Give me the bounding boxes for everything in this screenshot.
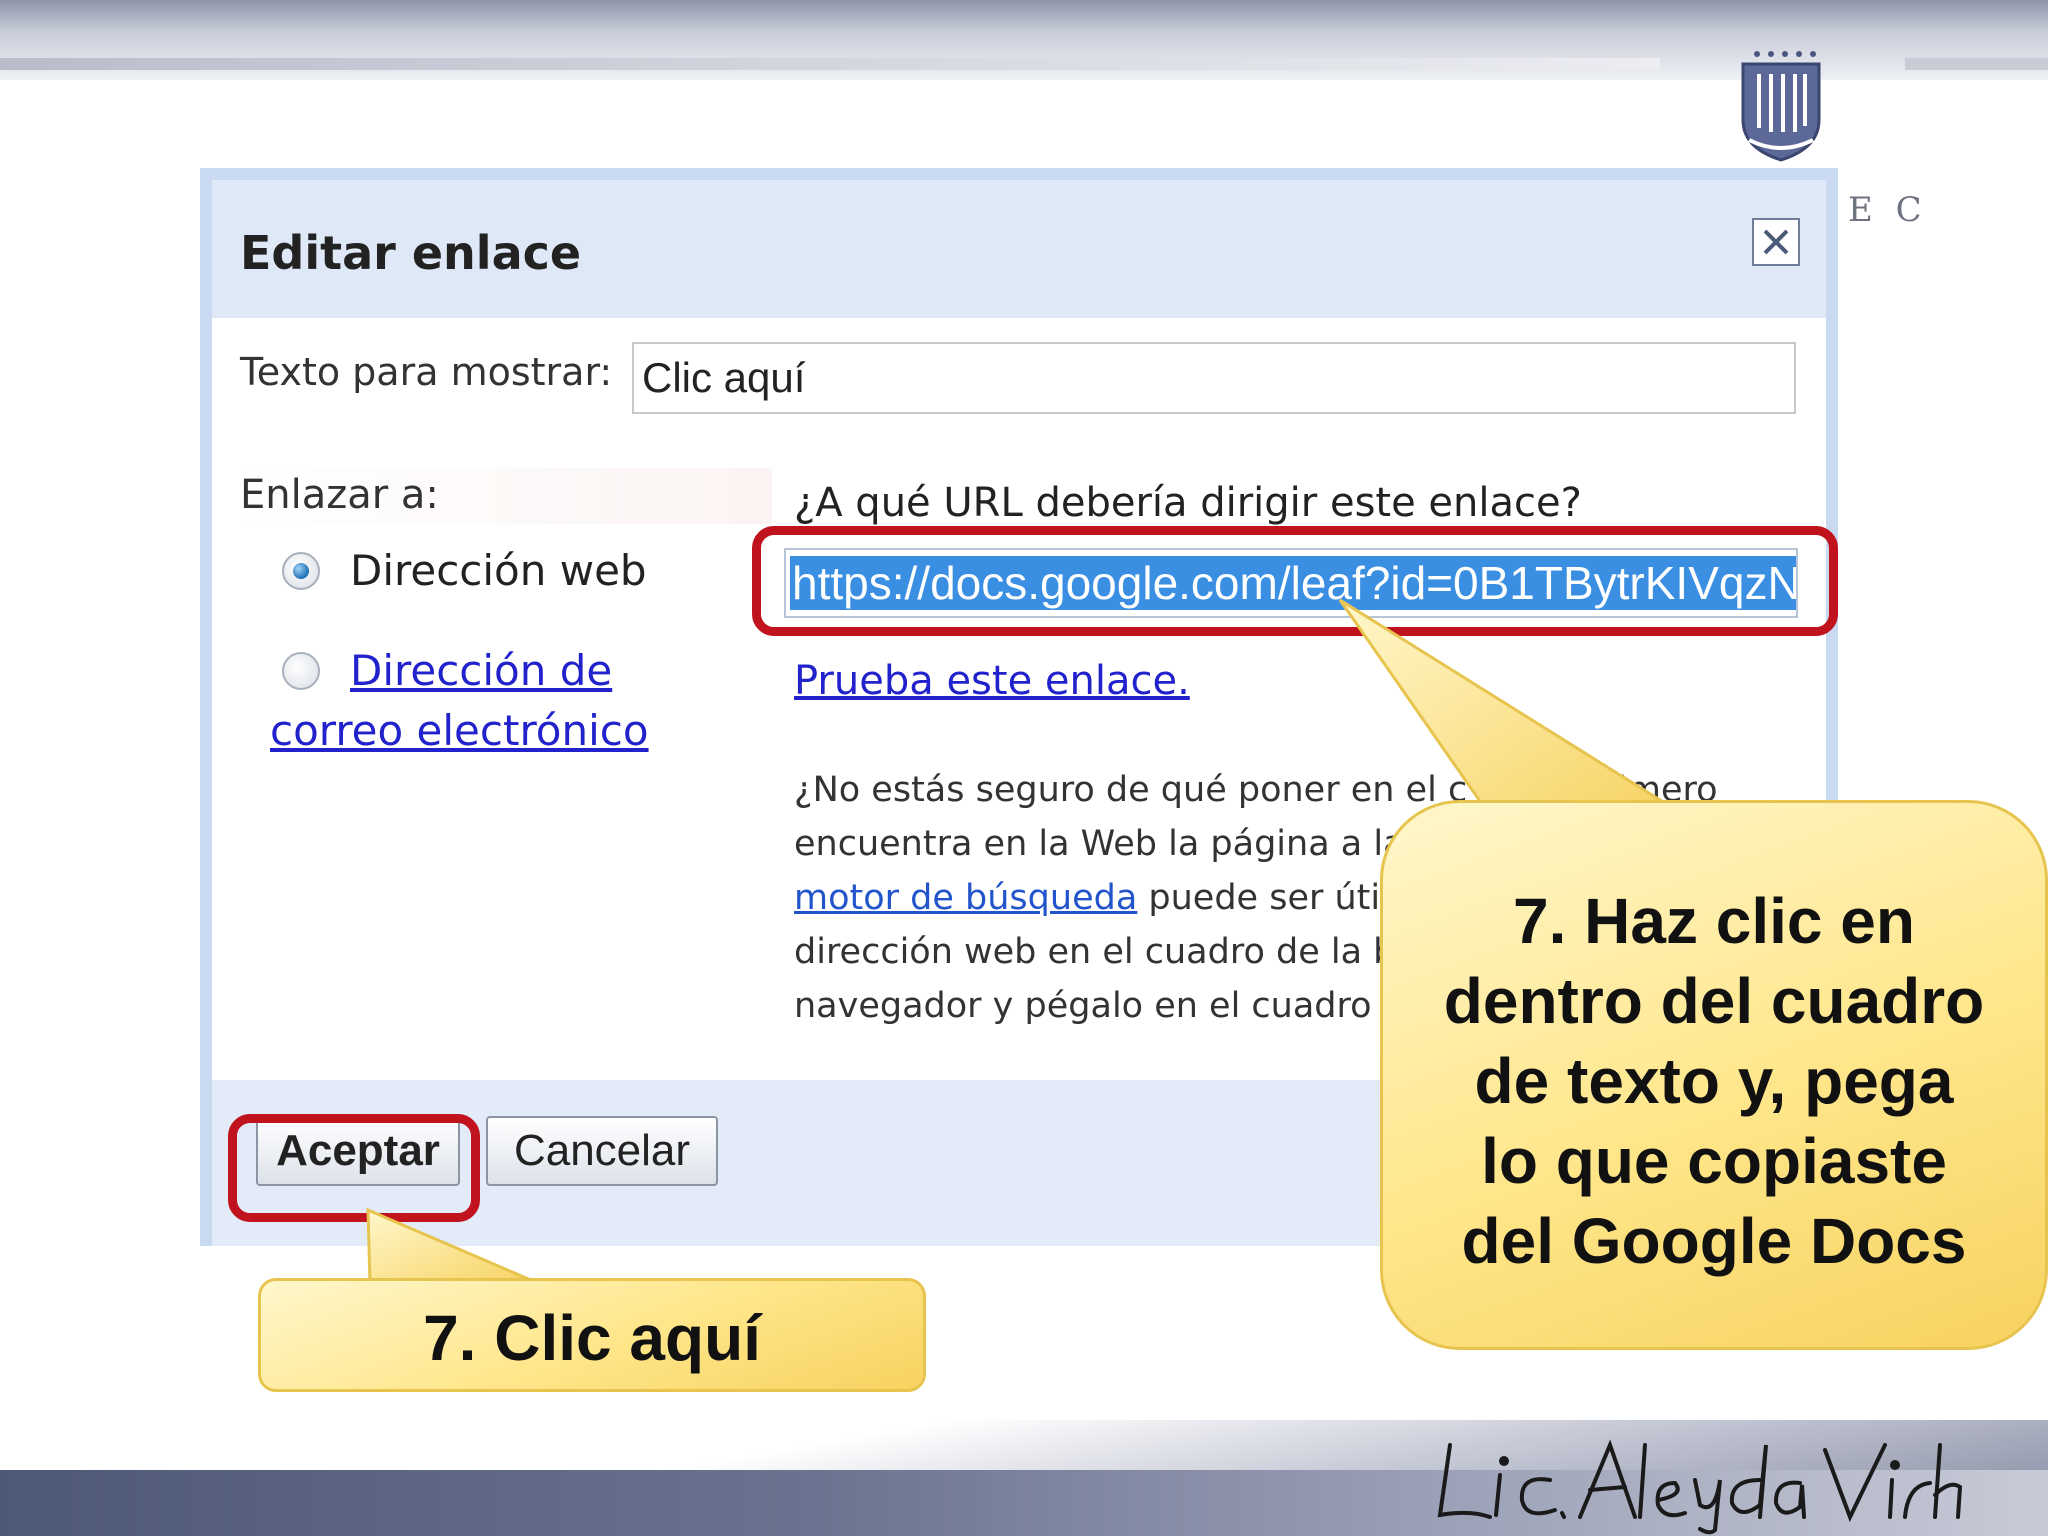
close-button[interactable] bbox=[1752, 218, 1800, 266]
close-icon bbox=[1763, 229, 1789, 255]
help-text-line-3: motor de búsqueda puede ser útil bbox=[794, 878, 1390, 918]
author-signature bbox=[1437, 1439, 1963, 1535]
paste-callout-line-2: dentro del cuadro bbox=[1443, 965, 1985, 1037]
display-text-input[interactable]: Clic aquí bbox=[632, 342, 1796, 414]
url-question: ¿A qué URL debería dirigir este enlace? bbox=[794, 480, 1582, 526]
paste-callout-line-3: de texto y, pega bbox=[1474, 1045, 1954, 1117]
radio-web-address[interactable] bbox=[282, 552, 320, 590]
ok-highlight-box bbox=[228, 1114, 480, 1222]
help-text-line-4: dirección web en el cuadro de la ba bbox=[794, 932, 1417, 972]
click-instruction-callout: 7. Clic aquí bbox=[258, 1278, 926, 1392]
radio-email-label-line1[interactable]: Dirección de bbox=[350, 646, 612, 695]
slide-top-line-right bbox=[1905, 58, 2048, 70]
dialog-header: Editar enlace bbox=[212, 180, 1826, 318]
institution-logo bbox=[1741, 51, 1821, 162]
slide-top-line bbox=[0, 58, 1660, 70]
paste-instruction-callout: 7. Haz clic en dentro del cuadro de text… bbox=[1380, 800, 2048, 1350]
search-engine-link[interactable]: motor de búsqueda bbox=[794, 878, 1137, 918]
dialog-title: Editar enlace bbox=[240, 226, 582, 280]
radio-email-address[interactable] bbox=[282, 652, 320, 690]
radio-email-label-line2[interactable]: correo electrónico bbox=[270, 706, 649, 755]
logo-text: E C bbox=[1848, 190, 1928, 230]
paste-callout-line-4: lo que copiaste bbox=[1481, 1125, 1947, 1197]
link-to-label: Enlazar a: bbox=[240, 472, 439, 518]
paste-callout-line-1: 7. Haz clic en bbox=[1513, 885, 1915, 957]
cancel-button[interactable]: Cancelar bbox=[486, 1116, 718, 1186]
url-highlight-box bbox=[752, 526, 1838, 636]
help-text-line-5: navegador y pégalo en el cuadro an bbox=[794, 986, 1427, 1026]
radio-web-address-label[interactable]: Dirección web bbox=[350, 546, 647, 595]
paste-callout-line-5: del Google Docs bbox=[1461, 1205, 1967, 1277]
help-text-line-2: encuentra en la Web la página a la q bbox=[794, 824, 1438, 864]
test-link[interactable]: Prueba este enlace. bbox=[794, 658, 1190, 704]
display-text-label: Texto para mostrar: bbox=[240, 350, 613, 394]
